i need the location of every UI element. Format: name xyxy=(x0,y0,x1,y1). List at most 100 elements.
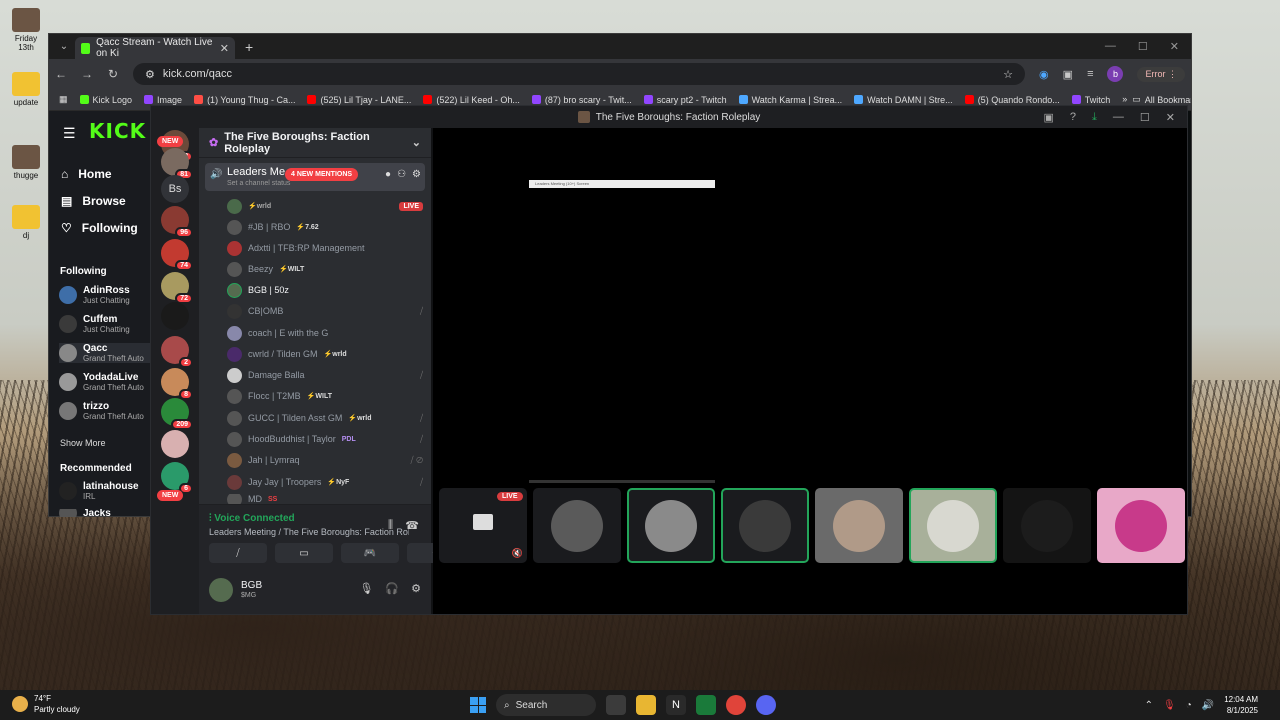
desktop-icon-friday[interactable]: Friday 13th xyxy=(6,8,46,52)
close-window-button[interactable]: ✕ xyxy=(1166,111,1175,124)
tab-close-icon[interactable]: ✕ xyxy=(220,42,229,55)
stream-preview-bar[interactable]: Leaders Meeting (10+) Screen xyxy=(529,180,715,188)
voice-member[interactable]: ⚡wrld LIVE xyxy=(227,197,423,215)
start-button[interactable] xyxy=(470,697,486,713)
voice-member[interactable]: Adxtti | TFB:RP Management xyxy=(227,239,423,257)
bookmark-item[interactable]: (525) Lil Tjay - LANE... xyxy=(307,95,411,105)
weather-widget[interactable]: 74°F Partly cloudy xyxy=(12,693,80,715)
file-explorer-icon[interactable] xyxy=(636,695,656,715)
nav-browse[interactable]: ▤ Browse xyxy=(61,194,126,208)
desktop-icon-dj[interactable]: dj xyxy=(6,205,46,240)
back-button[interactable]: ← xyxy=(55,67,67,81)
followed-channel[interactable]: YodadaLive Grand Theft Auto xyxy=(59,372,153,392)
profile-avatar[interactable]: b xyxy=(1107,66,1124,82)
maximize-button[interactable]: ☐ xyxy=(1140,111,1150,124)
taskbar-search[interactable]: ⌕ Search xyxy=(496,694,596,716)
server-icon[interactable]: 6 xyxy=(161,462,193,494)
server-icon[interactable]: 96 xyxy=(161,206,193,238)
new-mentions-pill[interactable]: 4 NEW MENTIONS xyxy=(285,168,359,181)
inbox-icon[interactable]: ▣ xyxy=(1044,111,1054,124)
new-unreads-pill[interactable]: NEW xyxy=(157,490,184,501)
stream-tile[interactable]: LIVE 🔇 xyxy=(439,488,527,563)
followed-channel-selected[interactable]: Qacc Grand Theft Auto xyxy=(59,343,153,363)
participant-tile[interactable] xyxy=(815,488,903,563)
bookmark-item[interactable]: Watch DAMN | Stre... xyxy=(854,95,953,105)
error-badge[interactable]: Error ⋮ xyxy=(1137,66,1185,82)
chrome-icon[interactable] xyxy=(726,695,746,715)
menu-icon[interactable]: ☰ xyxy=(63,125,76,142)
voice-member[interactable]: CB|OMB ⧸ xyxy=(227,302,423,320)
tab-search-button[interactable]: ⌄ xyxy=(53,41,75,52)
bookmark-item[interactable]: scary pt2 - Twitch xyxy=(643,95,727,105)
maximize-button[interactable]: ☐ xyxy=(1138,40,1148,53)
invite-icon[interactable]: ⚇ xyxy=(397,169,406,180)
disconnect-icon[interactable]: ☎ xyxy=(405,519,419,532)
user-avatar[interactable] xyxy=(209,578,233,602)
voice-member[interactable]: cwrld / Tilden GM ⚡wrld xyxy=(227,345,423,363)
voice-member[interactable]: GUCC | Tilden Asst GM ⚡wrld ⧸ xyxy=(227,409,423,427)
nav-home[interactable]: ⌂ Home xyxy=(61,167,112,181)
gear-icon[interactable]: ⚙ xyxy=(411,582,421,595)
server-icon[interactable]: 2 xyxy=(161,336,193,368)
voice-member-speaking[interactable]: BGB | 50z xyxy=(227,281,423,299)
extensions-puzzle-icon[interactable]: ▣ xyxy=(1063,68,1073,81)
microphone-icon[interactable]: 🎙 xyxy=(359,582,373,595)
close-window-button[interactable]: ✕ xyxy=(1170,40,1179,53)
forward-button[interactable]: → xyxy=(81,67,93,81)
clock[interactable]: 12:04 AM 8/1/2025 xyxy=(1224,694,1258,716)
server-icon[interactable]: 74 xyxy=(161,239,193,271)
voice-member[interactable]: Jah | Lymraq ⧸ ⊘ xyxy=(227,451,423,469)
bookmark-star-icon[interactable]: ☆ xyxy=(1003,68,1013,81)
new-unreads-pill[interactable]: NEW xyxy=(157,136,184,147)
username[interactable]: BGB xyxy=(241,580,262,591)
speaker-muted-icon[interactable]: 🔇 xyxy=(512,548,523,559)
voice-member[interactable]: Damage Balla ⧸ xyxy=(227,366,423,384)
kick-logo[interactable]: KICK xyxy=(89,119,146,143)
voice-channel-path[interactable]: Leaders Meeting / The Five Boroughs: Fac… xyxy=(209,527,409,537)
show-more-link[interactable]: Show More xyxy=(60,438,106,448)
activity-button[interactable]: 🎮 xyxy=(341,543,399,563)
participant-tile-speaking[interactable] xyxy=(721,488,809,563)
server-icon[interactable]: 72 xyxy=(161,272,193,304)
stage-scrollbar[interactable] xyxy=(529,480,715,483)
followed-channel[interactable]: trizzo Grand Theft Auto xyxy=(59,401,153,421)
voice-channel[interactable]: 🔊 Leaders Me Set a channel status 4 NEW … xyxy=(205,163,425,191)
help-icon[interactable]: ? xyxy=(1070,111,1076,124)
nav-following[interactable]: ♡ Following xyxy=(61,221,138,235)
new-tab-button[interactable]: + xyxy=(245,39,253,55)
desktop-icon-thugge[interactable]: thugge xyxy=(6,145,46,180)
task-view-icon[interactable] xyxy=(606,695,626,715)
participant-tile[interactable] xyxy=(533,488,621,563)
channel-status[interactable]: Set a channel status xyxy=(227,180,290,187)
participant-tile-speaking[interactable] xyxy=(909,488,997,563)
headphones-icon[interactable]: 🎧 xyxy=(385,582,399,595)
bookmark-item[interactable]: (5) Quando Rondo... xyxy=(964,95,1060,105)
noise-suppression-icon[interactable]: ⫼ xyxy=(388,519,393,532)
wifi-icon[interactable]: ◔ xyxy=(1186,700,1192,711)
download-icon[interactable]: ⤓ xyxy=(1092,111,1097,124)
microphone-icon[interactable]: 🎙 xyxy=(1163,700,1176,711)
media-control-icon[interactable]: ≡ xyxy=(1087,68,1093,80)
followed-channel[interactable]: AdinRoss Just Chatting xyxy=(59,285,153,305)
recommended-channel[interactable]: latinahouse IRL xyxy=(59,481,153,501)
server-icon[interactable] xyxy=(161,302,189,330)
participant-tile-speaking[interactable] xyxy=(627,488,715,563)
bookmark-item[interactable]: Watch Karma | Strea... xyxy=(738,95,842,105)
chat-icon[interactable]: ● xyxy=(385,169,391,180)
notion-icon[interactable]: N xyxy=(666,695,686,715)
volume-icon[interactable]: 🔊 xyxy=(1202,700,1214,711)
server-icon[interactable]: 8 xyxy=(161,368,193,400)
desktop-icon-update[interactable]: update xyxy=(6,72,46,107)
followed-channel[interactable]: Cuffem Just Chatting xyxy=(59,314,153,334)
voice-member[interactable]: Jay Jay | Troopers ⚡NyF ⧸ xyxy=(227,473,423,491)
url-bar[interactable]: ⚙ kick.com/qacc ☆ xyxy=(133,63,1026,85)
guild-header[interactable]: ✿ The Five Boroughs: Faction Roleplay ⌄ xyxy=(199,128,431,158)
bookmark-item[interactable]: Twitch xyxy=(1071,95,1110,105)
bookmark-item[interactable]: (522) Lil Keed - Oh... xyxy=(423,95,520,105)
recommended-channel[interactable]: Jacks xyxy=(59,509,153,517)
voice-member[interactable]: HoodBuddhist | Taylor PDL ⧸ xyxy=(227,430,423,448)
participant-tile[interactable] xyxy=(1003,488,1091,563)
bookmark-item[interactable]: (1) Young Thug - Ca... xyxy=(194,95,295,105)
voice-member[interactable]: Beezy ⚡WILT xyxy=(227,260,423,278)
server-icon[interactable]: 81 xyxy=(161,148,193,180)
